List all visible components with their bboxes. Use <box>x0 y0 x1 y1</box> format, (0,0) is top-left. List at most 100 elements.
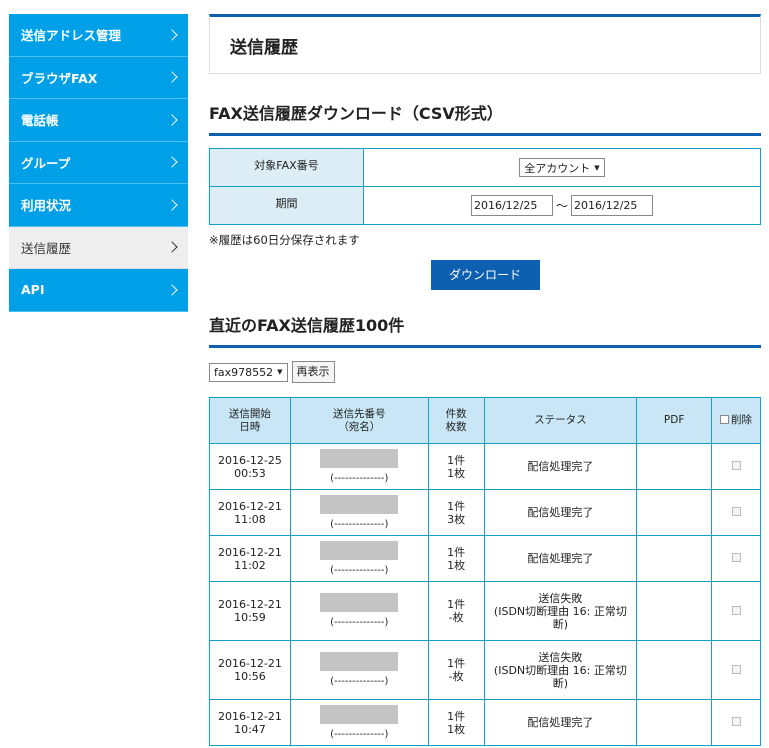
row-date-time: 11:02 <box>234 558 266 572</box>
row-status: 配信処理完了 <box>483 443 638 490</box>
header-count-line2: 枚数 <box>445 420 467 433</box>
status-line: 送信失敗 <box>538 650 583 664</box>
row-count: 1件 1枚 <box>427 535 485 582</box>
row-pdf <box>636 443 713 490</box>
row-destination: (--------------) <box>289 443 429 490</box>
row-dest-name: (--------------) <box>330 518 389 530</box>
header-pdf: PDF <box>636 397 713 444</box>
row-count-value: 1件 <box>447 709 466 723</box>
date-separator: 〜 <box>555 199 568 213</box>
row-pages-value: 3枚 <box>447 512 466 526</box>
row-delete <box>711 581 761 641</box>
row-date-time: 10:56 <box>234 670 266 683</box>
table-row: 2016-12-21 11:08 (--------------) 1件 3枚 配信処理完… <box>209 489 761 536</box>
fax-number-cell: 全アカウント ▼ <box>363 148 761 187</box>
row-pages-value: -枚 <box>448 611 464 624</box>
header-delete: 削除 <box>711 397 761 444</box>
row-count-value: 1件 <box>447 657 466 670</box>
chevron-right-icon <box>166 284 178 296</box>
recent-section-title: 直近のFAX送信履歴100件 <box>209 312 761 348</box>
row-count: 1件 1枚 <box>427 443 485 490</box>
page-title-box: 送信履歴 <box>209 14 761 74</box>
redacted-number <box>320 448 399 468</box>
row-delete-checkbox[interactable] <box>731 461 741 470</box>
download-button-wrap: ダウンロード <box>209 260 761 290</box>
row-delete <box>711 443 761 490</box>
row-pages-value: 1枚 <box>447 722 466 736</box>
sidebar-item-label: ブラウザFAX <box>21 70 98 86</box>
refresh-button[interactable]: 再表示 <box>291 361 335 383</box>
sidebar-item-label: 送信アドレス管理 <box>21 28 122 44</box>
status-line: 配信処理完了 <box>527 460 594 473</box>
row-count-value: 1件 <box>447 598 466 611</box>
status-line: 配信処理完了 <box>527 506 594 519</box>
row-count-value: 1件 <box>447 499 466 513</box>
header-delete-label: 削除 <box>731 414 753 426</box>
chevron-right-icon <box>166 156 178 168</box>
row-status: 送信失敗 (ISDN切断理由 16: 正常切 断) <box>483 640 638 700</box>
row-date: 2016-12-21 11:02 <box>209 535 291 582</box>
sidebar-item-browser-fax[interactable]: ブラウザFAX <box>9 56 188 99</box>
download-button[interactable]: ダウンロード <box>430 260 540 290</box>
fax-account-select[interactable]: fax978552 ▼ <box>209 362 288 382</box>
row-date: 2016-12-21 10:47 <box>209 699 291 746</box>
row-count: 1件 -枚 <box>427 640 485 700</box>
sidebar-item-group[interactable]: グループ <box>9 141 188 184</box>
sidebar: 送信アドレス管理 ブラウザFAX 電話帳 グループ 利用状況 送信履歴 API <box>9 14 188 312</box>
row-date-day: 2016-12-21 <box>217 709 282 723</box>
row-date-day: 2016-12-21 <box>217 545 282 559</box>
redacted-number <box>320 540 399 560</box>
date-to-input[interactable]: 2016/12/25 <box>571 195 653 216</box>
history-header-row: 送信開始 日時 送信先番号 （宛名） 件数 枚数 ステータス PDF 削除 <box>209 397 761 444</box>
row-count-value: 1件 <box>447 453 466 467</box>
sidebar-item-usage[interactable]: 利用状況 <box>9 184 188 227</box>
sidebar-item-label: 電話帳 <box>21 113 59 129</box>
row-date: 2016-12-21 10:56 <box>209 640 291 700</box>
main-content: 送信履歴 FAX送信履歴ダウンロード（CSV形式） 対象FAX番号 全アカウント… <box>209 14 761 746</box>
sidebar-item-label: API <box>21 282 45 298</box>
sidebar-item-history[interactable]: 送信履歴 <box>9 226 188 269</box>
row-pdf <box>636 640 713 700</box>
row-delete-checkbox[interactable] <box>731 717 741 726</box>
row-destination: (--------------) <box>289 640 429 700</box>
row-date-time: 00:53 <box>234 466 266 480</box>
row-status: 配信処理完了 <box>483 699 638 746</box>
history-table: 送信開始 日時 送信先番号 （宛名） 件数 枚数 ステータス PDF 削除 2016-… <box>209 397 761 746</box>
table-row: 2016-12-21 10:59 (--------------) 1件 -枚 送信失敗(… <box>209 581 761 641</box>
sidebar-item-api[interactable]: API <box>9 269 188 312</box>
table-row: 2016-12-25 00:53 (--------------) 1件 1枚 配信処理完… <box>209 443 761 490</box>
row-delete-checkbox[interactable] <box>731 605 741 615</box>
dropdown-arrow-icon: ▼ <box>277 368 283 376</box>
status-line: 断) <box>552 617 569 631</box>
chevron-right-icon <box>166 199 178 211</box>
row-status: 配信処理完了 <box>483 535 638 582</box>
table-row: 2016-12-21 11:02 (--------------) 1件 1枚 配信処理完… <box>209 535 761 582</box>
header-count-line1: 件数 <box>445 407 467 420</box>
row-delete-checkbox[interactable] <box>731 507 741 516</box>
date-from-input[interactable]: 2016/12/25 <box>470 195 553 216</box>
row-pdf <box>636 699 713 746</box>
sidebar-item-label: グループ <box>21 155 71 171</box>
page-title: 送信履歴 <box>230 37 298 58</box>
row-delete-checkbox[interactable] <box>731 664 741 674</box>
fax-number-select[interactable]: 全アカウント ▼ <box>519 158 605 177</box>
row-date-day: 2016-12-21 <box>217 657 282 670</box>
sidebar-item-phonebook[interactable]: 電話帳 <box>9 99 188 142</box>
row-dest-name: (--------------) <box>330 564 389 576</box>
row-pdf <box>636 581 713 641</box>
header-status: ステータス <box>483 397 638 444</box>
status-line: 送信失敗 <box>538 591 583 605</box>
row-delete-checkbox[interactable] <box>731 553 741 562</box>
select-all-checkbox[interactable] <box>720 415 730 424</box>
row-delete <box>711 535 761 582</box>
sidebar-item-address[interactable]: 送信アドレス管理 <box>9 14 188 57</box>
table-row: 2016-12-21 10:47 (--------------) 1件 1枚 配信処理完… <box>209 699 761 746</box>
row-date: 2016-12-21 11:08 <box>209 489 291 536</box>
row-pages-value: 1枚 <box>447 466 466 480</box>
row-date-day: 2016-12-21 <box>217 598 282 611</box>
row-date-time: 11:08 <box>234 512 266 526</box>
row-pages-value: -枚 <box>448 670 464 683</box>
chevron-right-icon <box>166 241 178 253</box>
row-dest-name: (--------------) <box>330 617 389 628</box>
row-destination: (--------------) <box>289 489 429 536</box>
